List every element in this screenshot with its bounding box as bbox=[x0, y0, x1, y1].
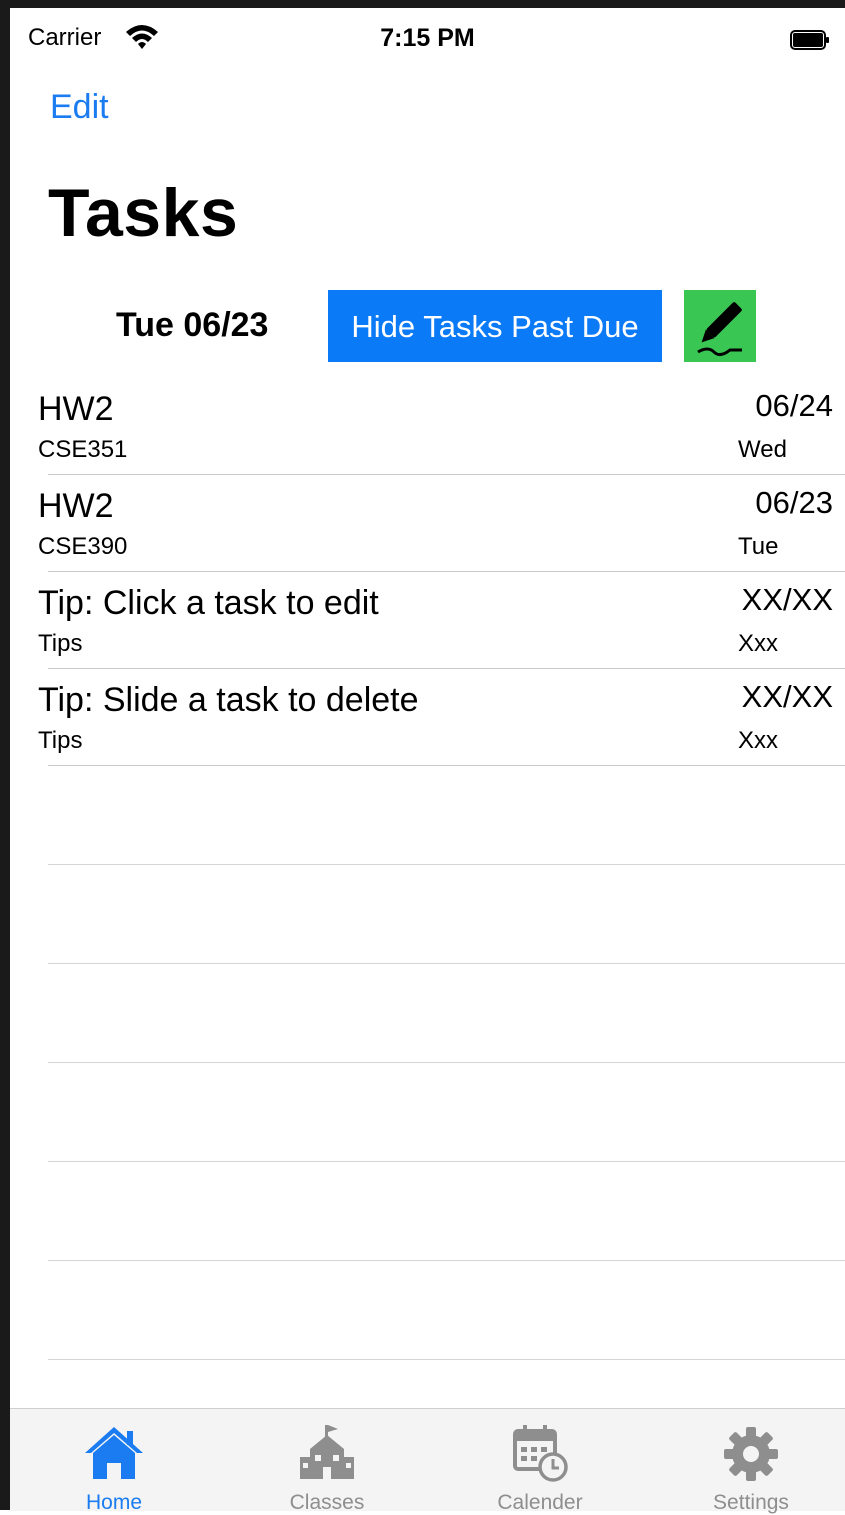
pencil-icon bbox=[697, 302, 742, 357]
tab-classes[interactable]: Classes bbox=[223, 1409, 431, 1514]
task-course: CSE351 bbox=[38, 436, 128, 463]
task-row[interactable]: Tip: Click a task to edit Tips XX/XX Xxx bbox=[0, 572, 845, 669]
gear-icon bbox=[724, 1427, 778, 1481]
home-icon bbox=[85, 1427, 143, 1479]
tab-label: Home bbox=[85, 1491, 143, 1514]
task-list: HW2 CSE351 06/24 Wed HW2 CSE390 06/23 Tu… bbox=[0, 378, 845, 766]
task-row[interactable]: Tip: Slide a task to delete Tips XX/XX X… bbox=[0, 669, 845, 766]
status-bar: Carrier 7:15 PM bbox=[10, 8, 845, 68]
task-due-day: Tue bbox=[738, 533, 779, 560]
task-title: HW2 bbox=[38, 487, 114, 525]
task-due-day: Xxx bbox=[738, 727, 779, 754]
task-due-date: XX/XX bbox=[741, 679, 833, 714]
task-controls: Tue 06/23 Hide Tasks Past Due bbox=[0, 290, 845, 362]
tab-calender[interactable]: Calender bbox=[436, 1409, 644, 1514]
add-task-button[interactable] bbox=[684, 290, 756, 362]
status-time: 7:15 PM bbox=[380, 24, 475, 52]
task-due-date: 06/24 bbox=[755, 388, 833, 423]
empty-row-separator bbox=[48, 865, 845, 964]
task-course: Tips bbox=[38, 727, 83, 754]
task-title: HW2 bbox=[38, 390, 114, 428]
battery-icon bbox=[790, 30, 829, 50]
device-frame-top bbox=[0, 0, 845, 8]
empty-list-area bbox=[48, 766, 845, 1360]
empty-row-separator bbox=[48, 1162, 845, 1261]
school-icon bbox=[300, 1425, 354, 1479]
tab-bar: Home Classes Calender Settings bbox=[10, 1408, 845, 1514]
hide-past-due-button[interactable]: Hide Tasks Past Due bbox=[328, 290, 662, 362]
edit-button[interactable]: Edit bbox=[50, 88, 109, 127]
tab-label: Settings bbox=[713, 1491, 789, 1514]
empty-row-separator bbox=[48, 1063, 845, 1162]
task-row[interactable]: HW2 CSE351 06/24 Wed bbox=[0, 378, 845, 475]
tab-label: Calender bbox=[497, 1491, 583, 1514]
task-due-day: Wed bbox=[738, 436, 787, 463]
calendar-icon bbox=[513, 1425, 568, 1482]
tab-home[interactable]: Home bbox=[10, 1409, 218, 1514]
task-course: CSE390 bbox=[38, 533, 128, 560]
task-due-day: Xxx bbox=[738, 630, 779, 657]
task-title: Tip: Slide a task to delete bbox=[38, 681, 419, 719]
empty-row-separator bbox=[48, 964, 845, 1063]
task-course: Tips bbox=[38, 630, 83, 657]
task-row[interactable]: HW2 CSE390 06/23 Tue bbox=[0, 475, 845, 572]
task-title: Tip: Click a task to edit bbox=[38, 584, 379, 622]
task-due-date: XX/XX bbox=[741, 582, 833, 617]
tab-label: Classes bbox=[289, 1491, 365, 1514]
empty-row-separator bbox=[48, 766, 845, 865]
tab-settings[interactable]: Settings bbox=[647, 1409, 845, 1514]
task-due-date: 06/23 bbox=[755, 485, 833, 520]
empty-row-separator bbox=[48, 1261, 845, 1360]
current-date-label: Tue 06/23 bbox=[116, 306, 269, 344]
page-title: Tasks bbox=[48, 175, 239, 251]
